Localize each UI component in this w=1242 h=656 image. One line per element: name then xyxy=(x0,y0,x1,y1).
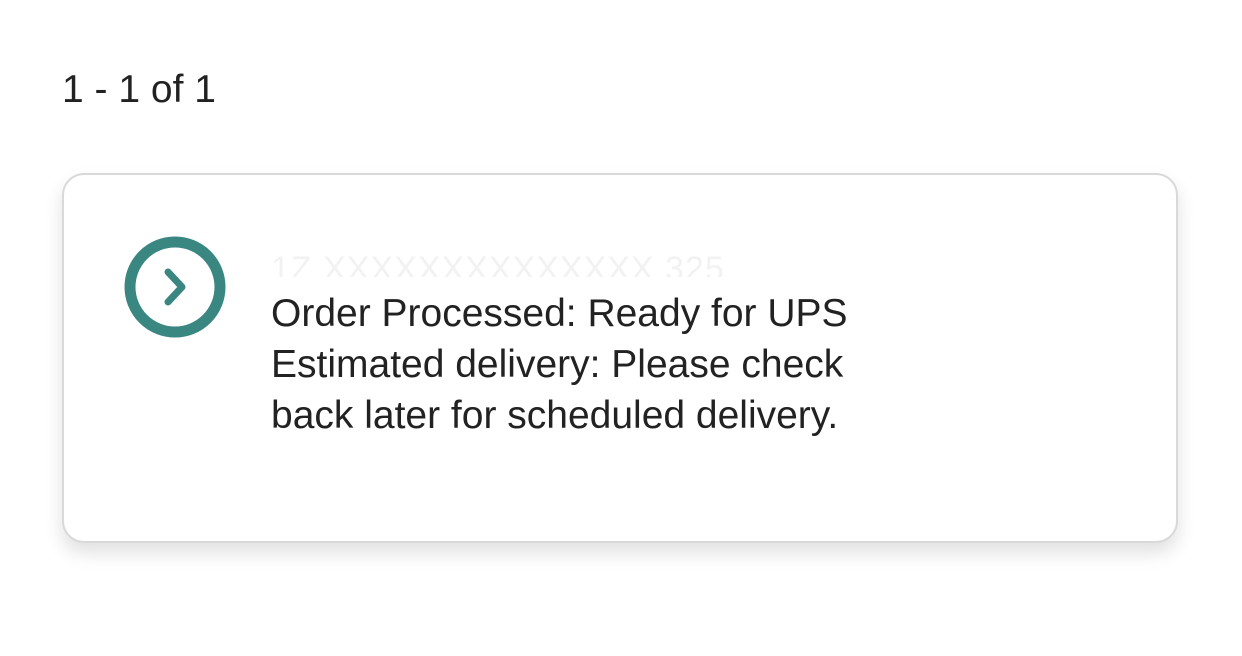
estimated-delivery-line-1: Estimated delivery: Please check xyxy=(271,343,844,386)
shipment-status: Order Processed: Ready for UPS Estimated… xyxy=(271,288,951,441)
shipment-card[interactable]: 1Z XXXXXXXXXXXXXX 325 Order Processed: R… xyxy=(62,173,1178,543)
tracking-number: 1Z XXXXXXXXXXXXXX 325 xyxy=(271,250,725,277)
chevron-right-circle-icon[interactable] xyxy=(124,236,226,338)
shipment-list-page: 1 - 1 of 1 1Z XXXXXXXXXXXXXX 325 Order P… xyxy=(0,0,1242,656)
status-line: Order Processed: Ready for UPS xyxy=(271,292,848,335)
pagination-count: 1 - 1 of 1 xyxy=(62,68,216,111)
estimated-delivery-line-2: back later for scheduled delivery. xyxy=(271,394,839,437)
